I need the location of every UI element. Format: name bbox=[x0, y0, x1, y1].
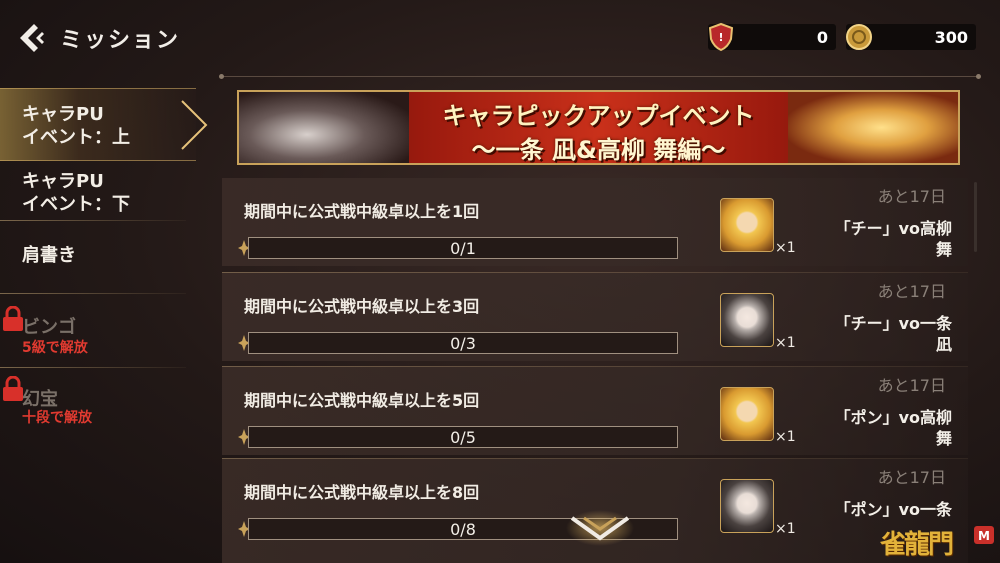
unlock-condition-genpo: 十段で解放 bbox=[22, 410, 92, 426]
days-remaining: あと17日 bbox=[877, 282, 946, 301]
svg-text:!: ! bbox=[718, 31, 723, 44]
sidebar-divider bbox=[0, 293, 186, 294]
reward-portrait-takayanagi bbox=[720, 387, 774, 441]
sidebar: キャラPU イベント：上 キャラPU イベント：下 肩書き ビンゴ 5級で解放 … bbox=[0, 76, 208, 456]
reward-count: ×1 bbox=[775, 521, 796, 537]
mission-row[interactable]: 期間中に公式戦中級卓以上を1回 0/1 あと17日 ×1 「チー」vo高柳 舞 bbox=[222, 178, 968, 266]
scrollbar[interactable] bbox=[974, 182, 977, 252]
logo-text: 雀龍門 bbox=[880, 530, 954, 560]
mission-progress-bar: 0/3 bbox=[248, 332, 678, 354]
sidebar-item-label: ビンゴ bbox=[22, 317, 76, 338]
sidebar-divider bbox=[0, 367, 186, 368]
currency-badge-b: 300 bbox=[846, 24, 976, 50]
mission-progress-bar: 0/5 bbox=[248, 426, 678, 448]
back-chevron-icon bbox=[20, 24, 44, 52]
sidebar-item-label: キャラPU bbox=[22, 171, 104, 192]
reward-name: 「ポン」vo一条 bbox=[812, 499, 952, 520]
progress-text: 0/3 bbox=[450, 334, 476, 353]
currency-a-value: 0 bbox=[816, 28, 828, 47]
reward-count: ×1 bbox=[775, 335, 796, 351]
mission-row[interactable]: 期間中に公式戦中級卓以上を3回 0/3 あと17日 ×1 「チー」vo一条 凪 bbox=[222, 273, 968, 361]
reward-name: 「ポン」vo高柳 舞 bbox=[812, 407, 952, 449]
reward-count: ×1 bbox=[775, 240, 796, 256]
event-banner[interactable]: キャラピックアップイベント 〜一条 凪&高柳 舞編〜 bbox=[237, 90, 960, 165]
sidebar-item-label: 肩書き bbox=[22, 245, 76, 266]
chevron-down-icon bbox=[566, 510, 634, 546]
logo-badge: M bbox=[974, 526, 994, 544]
currency-b-value: 300 bbox=[934, 28, 968, 47]
reward-portrait-takayanagi bbox=[720, 198, 774, 252]
days-remaining: あと17日 bbox=[877, 468, 946, 487]
sidebar-item-chara-pu-lower[interactable]: キャラPU イベント：下 bbox=[0, 164, 186, 224]
active-arrow-icon bbox=[181, 100, 208, 150]
sidebar-item-label: イベント：上 bbox=[22, 127, 130, 148]
lock-icon bbox=[3, 376, 23, 401]
header-divider bbox=[219, 74, 981, 79]
banner-subtitle: 〜一条 凪&高柳 舞編〜 bbox=[471, 136, 726, 164]
sidebar-divider bbox=[0, 220, 186, 221]
days-remaining: あと17日 bbox=[877, 376, 946, 395]
reward-name-line: 「チー」vo一条 bbox=[834, 314, 952, 333]
mission-title: 期間中に公式戦中級卓以上を8回 bbox=[244, 483, 480, 502]
reward-name-line: 「ポン」vo一条 bbox=[834, 500, 952, 519]
mission-title: 期間中に公式戦中級卓以上を1回 bbox=[244, 202, 480, 221]
sidebar-item-label: キャラPU bbox=[22, 104, 104, 125]
reward-name-line: 「ポン」vo高柳 bbox=[834, 408, 952, 427]
unlock-condition-bingo: 5級で解放 bbox=[22, 340, 88, 356]
sidebar-item-chara-pu-upper[interactable]: キャラPU イベント：上 bbox=[0, 88, 208, 161]
reward-name: 「チー」vo一条 凪 bbox=[812, 313, 952, 355]
progress-text: 0/5 bbox=[450, 428, 476, 447]
reward-name: 「チー」vo高柳 舞 bbox=[812, 218, 952, 260]
reward-name-line: 舞 bbox=[935, 429, 952, 448]
reward-portrait-ichijo bbox=[720, 479, 774, 533]
shield-medal-icon: ! bbox=[706, 22, 736, 52]
back-button[interactable] bbox=[16, 20, 52, 56]
progress-text: 0/1 bbox=[450, 239, 476, 258]
mission-title: 期間中に公式戦中級卓以上を5回 bbox=[244, 391, 480, 410]
days-remaining: あと17日 bbox=[877, 187, 946, 206]
page-title: ミッション bbox=[60, 28, 181, 53]
reward-name-line: 凪 bbox=[935, 335, 952, 354]
sidebar-item-label: イベント：下 bbox=[22, 194, 130, 215]
mission-title: 期間中に公式戦中級卓以上を3回 bbox=[244, 297, 480, 316]
reward-name-line: 舞 bbox=[935, 240, 952, 259]
character-art-ichijo bbox=[239, 92, 409, 163]
character-art-takayanagi bbox=[788, 92, 958, 163]
reward-portrait-ichijo bbox=[720, 293, 774, 347]
sidebar-item-title[interactable]: 肩書き bbox=[0, 244, 186, 284]
banner-title: キャラピックアップイベント bbox=[442, 102, 755, 130]
mission-row[interactable]: 期間中に公式戦中級卓以上を5回 0/5 あと17日 ×1 「ポン」vo高柳 舞 bbox=[222, 367, 968, 455]
scroll-down-button[interactable] bbox=[566, 510, 634, 546]
reward-count: ×1 bbox=[775, 429, 796, 445]
gold-coin-icon bbox=[844, 22, 874, 52]
mission-progress-bar: 0/1 bbox=[248, 237, 678, 259]
logo-badge-text: M bbox=[978, 529, 990, 543]
currency-badge-a: ! 0 bbox=[706, 22, 836, 52]
game-logo: 雀龍門 M bbox=[880, 520, 996, 560]
lock-icon bbox=[3, 306, 23, 331]
reward-name-line: 「チー」vo高柳 bbox=[834, 219, 952, 238]
